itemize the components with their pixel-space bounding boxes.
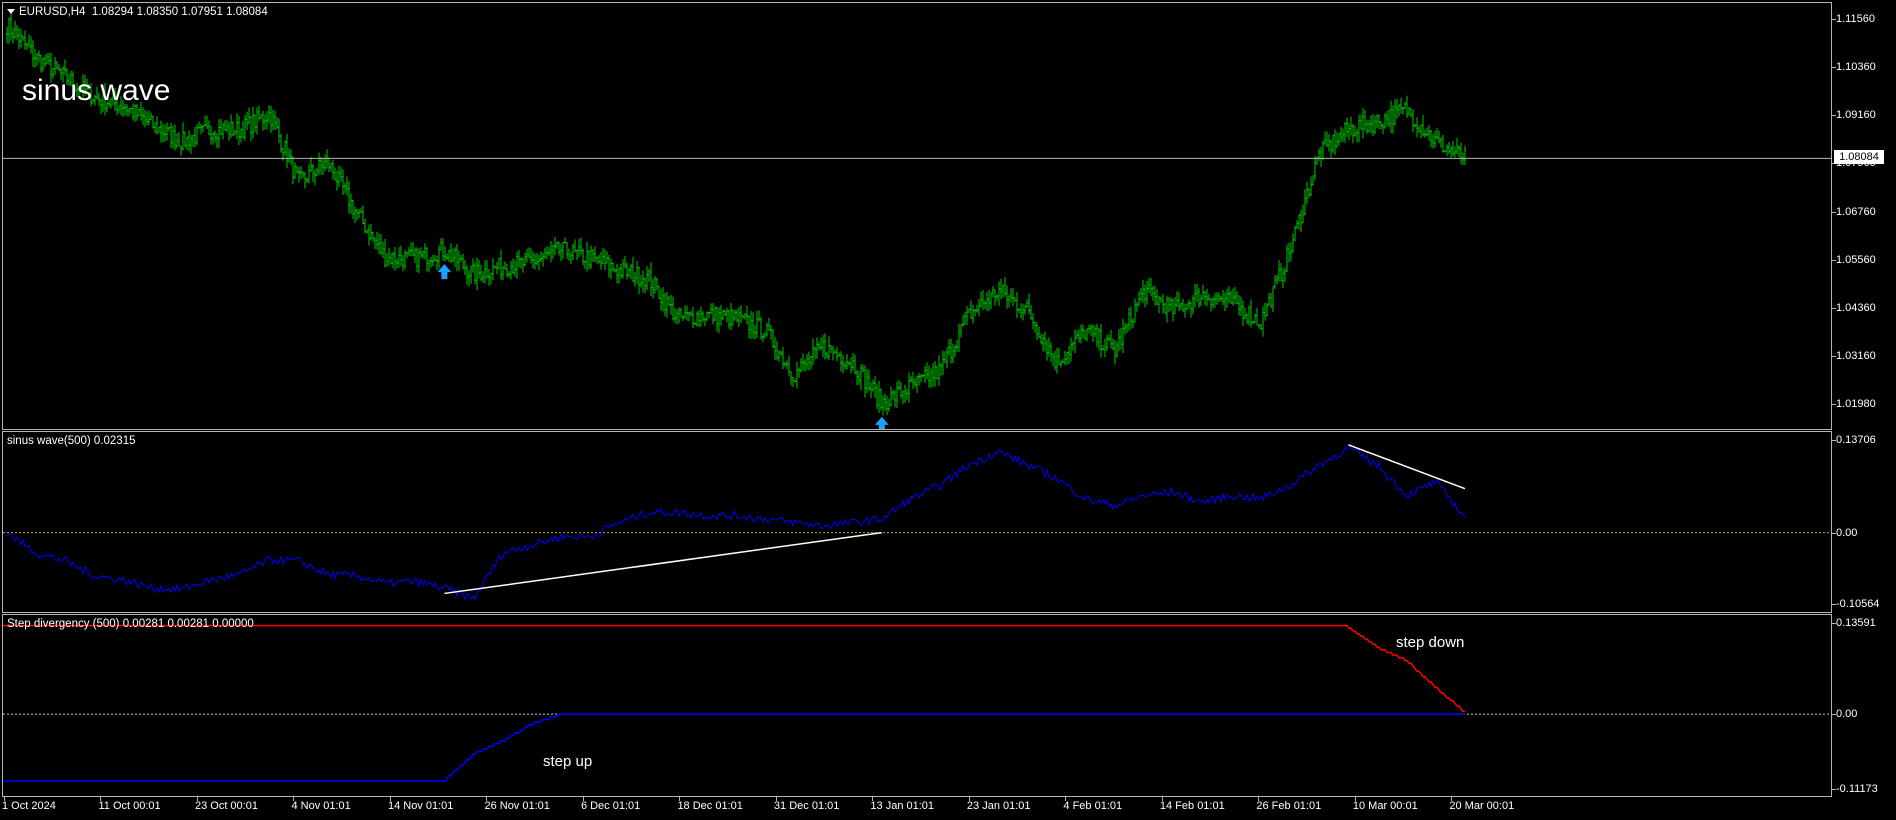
chart-annotation-title: sinus wave <box>22 74 171 107</box>
price-axis-label: 1.06760 <box>1836 205 1876 218</box>
step-down-line <box>3 624 1465 713</box>
time-axis-label: 23 Oct 00:01 <box>194 800 258 812</box>
price-axis-label: 1.03160 <box>1836 350 1876 363</box>
price-axis-label: 1.11560 <box>1836 12 1875 25</box>
price-chart-pane[interactable]: EURUSD,H4 1.08294 1.08350 1.07951 1.0808… <box>2 2 1832 430</box>
time-axis-label: 4 Feb 01:01 <box>1063 800 1123 812</box>
symbol-ohlc-text: EURUSD,H4 1.08294 1.08350 1.07951 1.0808… <box>19 6 268 18</box>
time-axis-label: 13 Jan 01:01 <box>870 800 935 812</box>
current-price-marker: 1.08084 <box>1834 150 1884 165</box>
time-axis-label: 14 Feb 01:01 <box>1159 800 1225 812</box>
symbol-header: EURUSD,H4 1.08294 1.08350 1.07951 1.0808… <box>7 6 268 18</box>
step-divergency-axis[interactable]: 0.13591 0.00 -0.11173 <box>1832 614 1896 797</box>
time-axis-label: 18 Dec 01:01 <box>677 800 743 812</box>
sinus-axis-label: 0.13706 <box>1836 434 1876 446</box>
price-axis-label: 1.09160 <box>1836 109 1876 122</box>
sinus-wave-axis[interactable]: 0.13706 0.00 -0.10564 <box>1832 431 1896 613</box>
price-chart-canvas[interactable] <box>3 3 1831 429</box>
sinus-axis-label: -0.10564 <box>1836 598 1880 610</box>
time-axis-label: 26 Feb 01:01 <box>1256 800 1322 812</box>
step-axis-label: 0.00 <box>1836 708 1858 721</box>
sinus-wave-line <box>6 445 1466 601</box>
step-axis-label: 0.13591 <box>1836 617 1876 629</box>
sinus-wave-canvas[interactable] <box>3 432 1831 612</box>
price-axis-label: 1.05560 <box>1836 253 1876 266</box>
time-axis-label: 31 Dec 01:01 <box>773 800 840 812</box>
price-axis[interactable]: 1.115601.103601.091601.079601.067601.055… <box>1832 2 1896 430</box>
time-axis-label: 26 Nov 01:01 <box>484 800 550 812</box>
time-axis-label: 1 Oct 2024 <box>2 800 56 812</box>
price-axis-label: 1.10360 <box>1836 60 1876 73</box>
sinus-axis-label: 0.00 <box>1836 526 1858 539</box>
step-up-line <box>3 713 1465 782</box>
step-axis-label: -0.11173 <box>1836 783 1878 795</box>
price-axis-label: 1.04360 <box>1836 302 1876 315</box>
candlestick-series <box>6 10 1466 416</box>
time-axis-label: 20 Mar 00:01 <box>1449 800 1515 812</box>
trend-line <box>444 531 882 595</box>
sinus-wave-header: sinus wave(500) 0.02315 <box>7 435 136 447</box>
time-axis-label: 11 Oct 00:01 <box>98 800 161 812</box>
price-axis-label: 1.01980 <box>1836 397 1876 410</box>
step-up-annotation: step up <box>543 753 593 770</box>
step-down-annotation: step down <box>1396 634 1465 651</box>
step-divergency-pane[interactable]: Step divergency (500) 0.00281 0.00281 0.… <box>2 614 1832 797</box>
time-axis-label: 4 Nov 01:01 <box>291 800 351 812</box>
step-divergency-header: Step divergency (500) 0.00281 0.00281 0.… <box>7 618 254 630</box>
time-axis-label: 23 Jan 01:01 <box>966 800 1031 812</box>
time-axis-label: 14 Nov 01:01 <box>387 800 454 812</box>
buy-arrow-icon <box>874 416 889 429</box>
time-axis-label: 6 Dec 01:01 <box>580 800 641 812</box>
collapse-triangle-icon[interactable] <box>7 9 15 14</box>
sinus-wave-pane[interactable]: sinus wave(500) 0.02315 <box>2 431 1832 613</box>
time-axis[interactable]: 1 Oct 2024 11 Oct 00:01 23 Oct 00:01 4 Nov … <box>0 797 1832 820</box>
trend-line <box>1348 444 1466 490</box>
arrow-shape <box>874 416 889 429</box>
time-axis-label: 10 Mar 00:01 <box>1352 800 1418 812</box>
step-divergency-canvas[interactable] <box>3 615 1831 796</box>
